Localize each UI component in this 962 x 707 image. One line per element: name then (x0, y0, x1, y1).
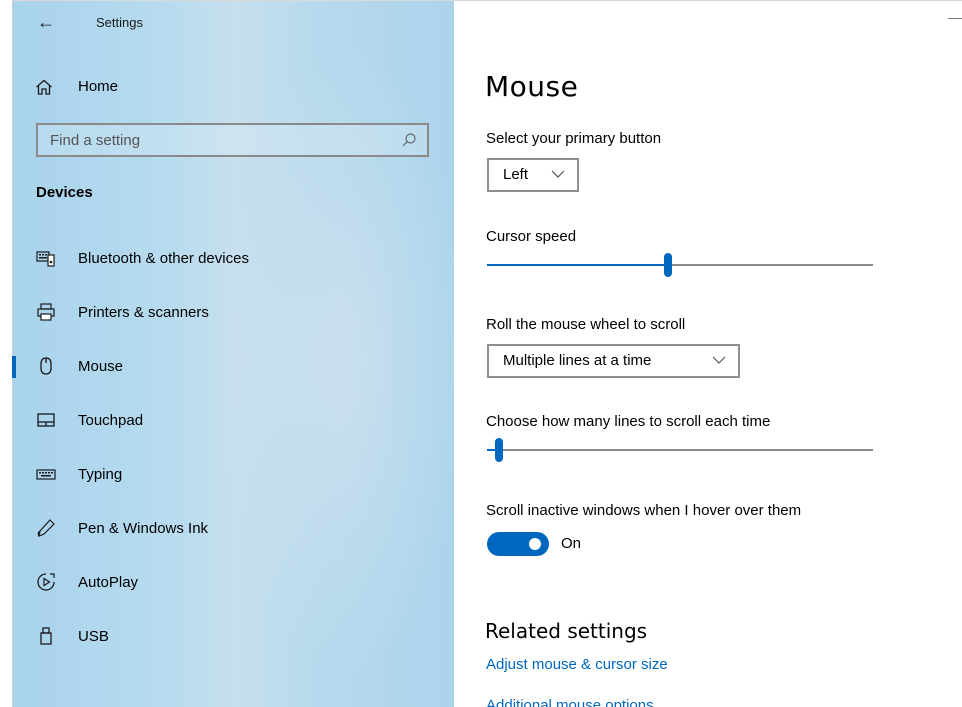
primary-button-label: Select your primary button (486, 130, 662, 147)
inactive-scroll-toggle[interactable] (487, 532, 549, 556)
window-left-edge (0, 0, 12, 707)
sidebar-item-label: Bluetooth & other devices (78, 250, 249, 267)
scroll-mode-dropdown[interactable]: Multiple lines at a time (487, 344, 740, 378)
slider-thumb[interactable] (495, 438, 503, 462)
section-title-devices: Devices (36, 184, 93, 201)
keyboard-phone-icon (36, 251, 55, 267)
inactive-scroll-label: Scroll inactive windows when I hover ove… (486, 502, 802, 519)
sidebar-item-touchpad[interactable]: Touchpad (12, 398, 454, 442)
sidebar-item-label: Printers & scanners (78, 304, 209, 321)
related-settings-title: Related settings (485, 619, 648, 643)
titlebar: ← Settings (12, 0, 454, 46)
mouse-icon (40, 357, 52, 375)
sidebar-item-autoplay[interactable]: AutoPlay (12, 560, 454, 604)
scroll-mode-label: Roll the mouse wheel to scroll (486, 316, 686, 333)
slider-thumb[interactable] (664, 253, 672, 277)
usb-icon (40, 627, 52, 645)
pen-icon (37, 519, 55, 537)
app-title: Settings (96, 15, 143, 30)
cursor-speed-slider[interactable] (487, 252, 873, 278)
sidebar-item-mouse[interactable]: Mouse (12, 344, 454, 388)
primary-button-dropdown[interactable]: Left (487, 158, 579, 192)
touchpad-icon (37, 413, 55, 427)
sidebar-item-label: Touchpad (78, 412, 144, 429)
scroll-lines-slider[interactable] (487, 437, 873, 463)
sidebar-item-usb[interactable]: USB (12, 614, 454, 658)
home-icon (36, 79, 52, 95)
main-content: Mouse Select your primary button Left Cu… (454, 0, 962, 707)
page-title: Mouse (485, 70, 579, 103)
link-additional-mouse-options[interactable]: Additional mouse options (486, 697, 654, 707)
sidebar-item-typing[interactable]: Typing (12, 452, 454, 496)
autoplay-icon (37, 573, 55, 591)
scroll-lines-label: Choose how many lines to scroll each tim… (486, 413, 771, 430)
toggle-knob (529, 538, 541, 550)
link-adjust-mouse-cursor-size[interactable]: Adjust mouse & cursor size (486, 656, 668, 673)
sidebar-item-printers[interactable]: Printers & scanners (12, 290, 454, 334)
sidebar-item-label: Mouse (78, 358, 124, 375)
search-input[interactable] (50, 130, 380, 150)
printer-icon (37, 303, 55, 321)
home-label: Home (78, 78, 119, 95)
toggle-state-label: On (561, 535, 582, 552)
cursor-speed-label: Cursor speed (486, 228, 577, 245)
sidebar-item-bluetooth[interactable]: Bluetooth & other devices (12, 236, 454, 280)
slider-track-empty (668, 264, 873, 266)
chevron-down-icon (712, 356, 726, 364)
chevron-down-icon (551, 170, 565, 178)
sidebar-item-label: Typing (78, 466, 123, 483)
sidebar-item-label: AutoPlay (78, 574, 139, 591)
scroll-mode-value: Multiple lines at a time (503, 352, 652, 369)
sidebar-item-label: Pen & Windows Ink (78, 520, 209, 537)
primary-button-value: Left (503, 166, 529, 183)
keyboard-icon (36, 469, 56, 480)
slider-track-empty (499, 449, 873, 451)
search-box[interactable] (36, 123, 429, 157)
active-indicator (12, 356, 16, 378)
minimize-icon[interactable] (948, 18, 962, 19)
slider-track-filled (487, 264, 668, 266)
sidebar-home[interactable]: Home (12, 72, 454, 102)
sidebar-item-pen[interactable]: Pen & Windows Ink (12, 506, 454, 550)
search-icon[interactable] (401, 132, 417, 148)
back-arrow-icon[interactable]: ← (34, 10, 58, 34)
sidebar-item-label: USB (78, 628, 109, 645)
